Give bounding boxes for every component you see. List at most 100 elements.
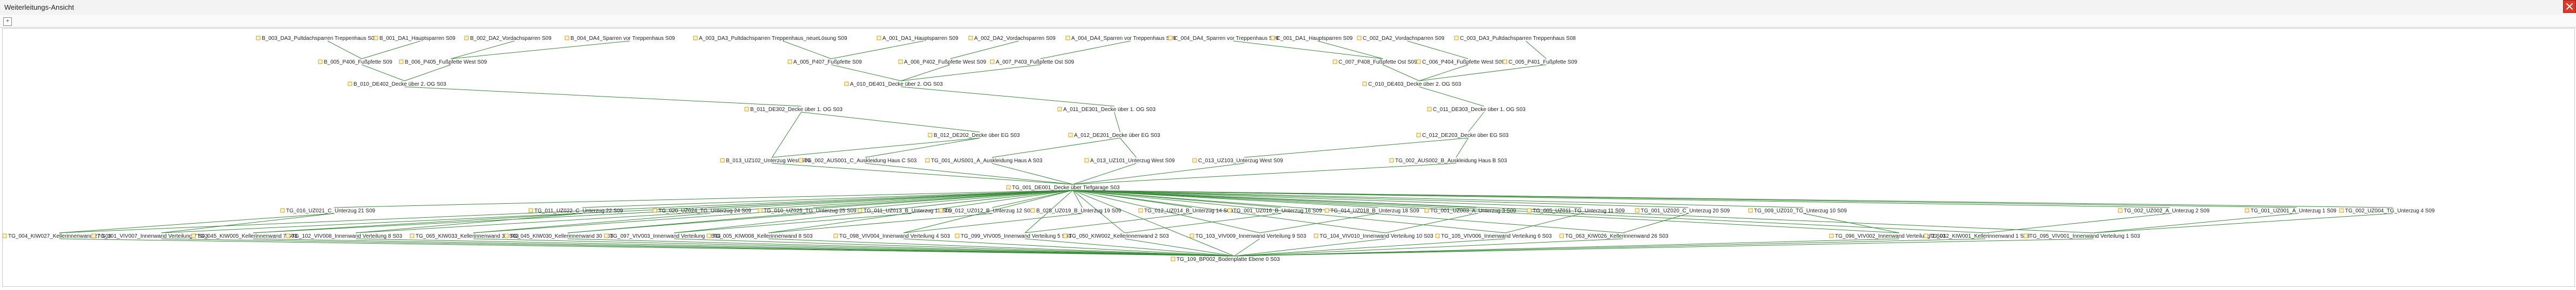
expand-icon[interactable]: + bbox=[3, 17, 12, 26]
graph-node-p3[interactable]: A_005_P407_Fußpfette S09 bbox=[787, 59, 862, 65]
graph-node-p4[interactable]: A_006_P402_Fußpfette West S09 bbox=[898, 59, 987, 65]
graph-node-u17[interactable]: TG_002_UZ004_TG_Unterzug 4 S09 bbox=[2339, 208, 2435, 214]
graph-node-u4[interactable]: TG_010_UZ025_TG_Unterzug 25 S09 bbox=[758, 208, 857, 214]
graph-node-w12[interactable]: TG_103_VIV009_Innenwand Verteilung 9 S03 bbox=[1190, 233, 1307, 239]
graph-node-e3[interactable]: C_011_DE303_Decke über 1. OG S03 bbox=[1427, 107, 1526, 113]
title-bar: Weiterleitungs-Ansicht bbox=[0, 0, 2576, 16]
graph-node-w5[interactable]: TG_065_KIW033_Kellerinnenwand 33 S03 bbox=[410, 233, 519, 239]
element-icon bbox=[256, 36, 261, 40]
graph-node-w11[interactable]: TG_050_KIW002_Kellerinnenwand 2 S03 bbox=[1063, 233, 1169, 239]
graph-node-f2[interactable]: A_012_DE201_Decke über EG S03 bbox=[1068, 133, 1160, 139]
edge-u2-w4 bbox=[355, 213, 582, 233]
graph-node-u6[interactable]: TG_012_UZ012_B_Unterzug 12 S09 bbox=[939, 208, 1034, 214]
node-label: A_002_DA2_Vordachsparren S09 bbox=[974, 36, 1056, 42]
element-icon bbox=[798, 158, 803, 163]
graph-node-t11[interactable]: C_002_DA2_Vordachsparren S09 bbox=[1357, 36, 1445, 42]
graph-node-w13[interactable]: TG_104_VIV010_Innenwand Verteilung 10 S0… bbox=[1314, 233, 1433, 239]
graph-node-u14[interactable]: TG_009_UZ010_TG_Unterzug 10 S09 bbox=[1748, 208, 1847, 214]
close-button[interactable] bbox=[2563, 0, 2576, 13]
graph-node-w7[interactable]: TG_097_VIV003_Innenwand Verteilung 3 S03 bbox=[604, 233, 721, 239]
edge-t11-p7 bbox=[1407, 40, 1469, 59]
graph-node-p7[interactable]: C_006_P404_Fußpfette West S09 bbox=[1416, 59, 1505, 65]
graph-node-e1[interactable]: B_011_DE302_Decke über 1. OG S03 bbox=[744, 107, 842, 113]
graph-node-u13[interactable]: TG_001_UZ020_C_Unterzug 20 S09 bbox=[1635, 208, 1730, 214]
graph-node-root[interactable]: TG_109_BP002_Bodenplatte Ebene 0 S03 bbox=[1171, 257, 1280, 263]
graph-node-d1[interactable]: B_010_DE402_Decke über 2. OG S03 bbox=[348, 81, 446, 87]
graph-node-t8[interactable]: A_004_DA4_Sparren vor Treppenhaus S09 bbox=[1065, 36, 1176, 42]
graph-node-u9[interactable]: TG_001_UZ016_B_Unterzug 16 S09 bbox=[1227, 208, 1322, 214]
graph-node-d3[interactable]: C_010_DE403_Decke über 2. OG S03 bbox=[1362, 81, 1462, 87]
graph-node-p2[interactable]: B_006_P405_Fußpfette West S09 bbox=[399, 59, 487, 65]
graph-node-g6[interactable]: TG_002_AUS002_B_Auskleidung Haus B S03 bbox=[1389, 158, 1507, 164]
graph-node-w10[interactable]: TG_099_VIV005_Innenwand Verteilung 5 S03 bbox=[955, 233, 1072, 239]
graph-node-u3[interactable]: TG_020_UZ024_TG_Unterzug 24 S09 bbox=[653, 208, 751, 214]
node-label: TG_103_VIV009_Innenwand Verteilung 9 S03 bbox=[1195, 233, 1307, 239]
graph-node-w8[interactable]: TG_005_KIW008_Kellerinnenwand 8 S03 bbox=[706, 233, 813, 239]
graph-node-w2[interactable]: TG_101_VIV007_Innenwand Verteilung 7 S03 bbox=[91, 233, 208, 239]
graph-node-u15[interactable]: TG_002_UZ002_A_Unterzug 2 S09 bbox=[2118, 208, 2210, 214]
graph-node-w17[interactable]: TG_012_KIW001_Kellerinnenwand 1 S03 bbox=[1923, 233, 2030, 239]
element-icon bbox=[1190, 233, 1194, 238]
graph-node-u10[interactable]: TG_014_UZ018_B_Unterzug 18 S09 bbox=[1324, 208, 1419, 214]
element-icon bbox=[1192, 158, 1197, 163]
node-label: TG_045_KIW030_Kellerinnenwand 30 S03 bbox=[510, 233, 614, 239]
graph-node-w4[interactable]: TG_102_VIV008_Innenwand Verteilung 8 S03 bbox=[286, 233, 403, 239]
element-icon bbox=[504, 233, 509, 238]
graph-node-g5[interactable]: C_013_UZ103_Unterzug West S09 bbox=[1192, 158, 1283, 164]
graph-node-w15[interactable]: TG_063_KIW026_Kellerinnenwand 26 S03 bbox=[1559, 233, 1669, 239]
graph-node-u11[interactable]: TG_001_UZ003_A_Unterzug 3 S09 bbox=[1424, 208, 1516, 214]
element-icon bbox=[1227, 208, 1232, 213]
node-label: TG_063_KIW026_Kellerinnenwand 26 S03 bbox=[1565, 233, 1669, 239]
element-icon bbox=[1270, 36, 1275, 40]
node-label: TG_001_UZ001_A_Unterzug 1 S09 bbox=[2251, 208, 2336, 214]
graph-node-t2[interactable]: B_001_DA1_Hauptsparren S09 bbox=[373, 36, 456, 42]
graph-node-d2[interactable]: A_010_DE401_Decke über 2. OG S03 bbox=[844, 81, 943, 87]
graph-node-f1[interactable]: B_012_DE202_Decke über EG S03 bbox=[928, 133, 1020, 139]
graph-node-t12[interactable]: C_003_DA3_Pultdachsparren Treppenhaus S0… bbox=[1454, 36, 1576, 42]
graph-node-u1[interactable]: TG_016_UZ021_C_Unterzug 21 S09 bbox=[280, 208, 376, 214]
node-label: C_006_P404_Fußpfette West S09 bbox=[1422, 59, 1505, 65]
graph-node-t1[interactable]: B_003_DA3_Pultdachsparren Treppenhaus S0… bbox=[256, 36, 377, 42]
graph-node-t4[interactable]: B_004_DA4_Sparren vor Treppenhaus S09 bbox=[565, 36, 675, 42]
graph-node-u7[interactable]: B_025_UZ019_B_Unterzug 19 S09 bbox=[1030, 208, 1122, 214]
element-icon bbox=[1416, 133, 1421, 137]
graph-node-w18[interactable]: TG_095_VIV001_Innenwand Verteilung 1 S03 bbox=[2023, 233, 2140, 239]
graph-node-u8[interactable]: TG_012_UZ014_B_Unterzug 14 S09 bbox=[1138, 208, 1233, 214]
graph-node-p1[interactable]: B_005_P406_Fußpfette S09 bbox=[318, 59, 392, 65]
graph-node-t5[interactable]: A_003_DA3_Pultdachsparren Treppenhaus_ne… bbox=[693, 36, 847, 42]
graph-canvas[interactable]: B_003_DA3_Pultdachsparren Treppenhaus S0… bbox=[2, 28, 2575, 287]
graph-node-p5[interactable]: A_007_P403_Fußpfette Ost S09 bbox=[990, 59, 1075, 65]
element-icon bbox=[1357, 36, 1362, 40]
graph-node-w9[interactable]: TG_098_VIV004_Innenwand Verteilung 4 S03 bbox=[833, 233, 950, 239]
graph-node-p6[interactable]: C_007_P408_Fußpfette Ost S09 bbox=[1333, 59, 1417, 65]
node-label: TG_014_UZ018_B_Unterzug 18 S09 bbox=[1330, 208, 1419, 214]
node-label: C_002_DA2_Vordachsparren S09 bbox=[1363, 36, 1445, 42]
node-label: A_004_DA4_Sparren vor Treppenhaus S09 bbox=[1071, 36, 1176, 42]
edge-u12-w14 bbox=[1505, 213, 1582, 233]
graph-node-hub[interactable]: TG_001_DE001_Decke über Tiefgarage S03 bbox=[1006, 185, 1120, 191]
graph-node-t10[interactable]: C_001_DA1_Hauptsparren S09 bbox=[1270, 36, 1353, 42]
graph-node-w16[interactable]: TG_096_VIV002_Innenwand Verteilung 2 S03 bbox=[1829, 233, 1946, 239]
graph-node-u12[interactable]: TG_005_UZ011_TG_Unterzug 11 S09 bbox=[1527, 208, 1625, 214]
graph-node-g4[interactable]: A_013_UZ101_Unterzug West S09 bbox=[1084, 158, 1175, 164]
graph-node-p8[interactable]: C_005_P401_Fußpfette S09 bbox=[1503, 59, 1578, 65]
graph-node-w3[interactable]: TG_045_KIW005_Kellerinnenwand 7 S03 bbox=[191, 233, 297, 239]
graph-node-u5[interactable]: TG_011_UZ013_B_Unterzug 13 S09 bbox=[858, 208, 952, 214]
graph-node-f3[interactable]: C_012_DE203_Decke über EG S03 bbox=[1416, 133, 1509, 139]
element-icon bbox=[3, 233, 7, 238]
element-icon bbox=[604, 233, 609, 238]
graph-node-w14[interactable]: TG_105_VIV006_Innenwand Verteilung 6 S03 bbox=[1435, 233, 1552, 239]
graph-node-t7[interactable]: A_002_DA2_Vordachsparren S09 bbox=[968, 36, 1056, 42]
graph-node-t6[interactable]: A_001_DA1_Hauptsparren S09 bbox=[876, 36, 959, 42]
edge-t10-p6 bbox=[1317, 40, 1383, 59]
graph-node-t3[interactable]: B_002_DA2_Vordachsparren S09 bbox=[464, 36, 552, 42]
graph-node-g1[interactable]: B_013_UZ102_Unterzug West S09 bbox=[720, 158, 811, 164]
graph-node-g2[interactable]: TG_002_AUS001_C_Auskleidung Haus C S03 bbox=[798, 158, 917, 164]
graph-node-e2[interactable]: A_011_DE301_Decke über 1. OG S03 bbox=[1057, 107, 1156, 113]
element-icon bbox=[91, 233, 96, 238]
graph-node-u16[interactable]: TG_001_UZ001_A_Unterzug 1 S09 bbox=[2245, 208, 2336, 214]
graph-node-u2[interactable]: TG_011_UZ022_C_Unterzug 22 S09 bbox=[528, 208, 623, 214]
graph-node-t9[interactable]: C_004_DA4_Sparren vor Treppenhaus S09 bbox=[1168, 36, 1279, 42]
graph-node-g3[interactable]: TG_001_AUS001_A_Auskleidung Haus A S03 bbox=[925, 158, 1043, 164]
graph-node-w6[interactable]: TG_045_KIW030_Kellerinnenwand 30 S03 bbox=[504, 233, 614, 239]
